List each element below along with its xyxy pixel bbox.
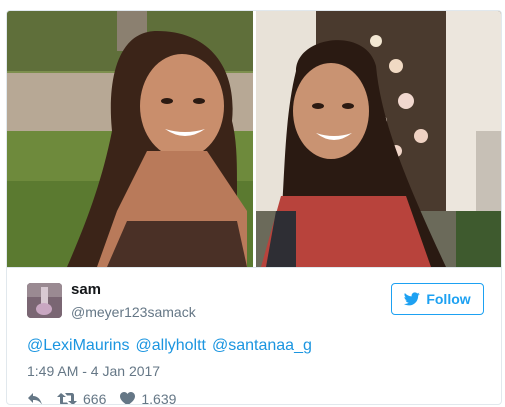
author-handle[interactable]: @meyer123samack: [71, 304, 196, 320]
tweet-card: sam @meyer123samack Follow @LexiMaurins @…: [6, 10, 502, 405]
reply-icon: [28, 393, 42, 404]
tweet-media[interactable]: [7, 11, 501, 267]
avatar[interactable]: [27, 283, 62, 318]
mention-link[interactable]: @santanaa_g: [212, 337, 312, 354]
like-action[interactable]: 1,639: [120, 391, 177, 405]
tweet-actions: 666 1,639: [27, 389, 190, 405]
reply-action[interactable]: [27, 392, 43, 404]
tweet-timestamp[interactable]: 1:49 AM - 4 Jan 2017: [27, 363, 160, 379]
photo-right[interactable]: [256, 11, 501, 267]
media-divider: [7, 267, 501, 268]
twitter-bird-icon: [404, 292, 421, 306]
tweet-text: @LexiMaurins @allyholtt @santanaa_g: [27, 337, 318, 355]
like-count: 1,639: [141, 391, 177, 405]
retweet-action[interactable]: 666: [57, 391, 107, 405]
follow-label: Follow: [426, 291, 471, 307]
photo-left[interactable]: [7, 11, 253, 267]
author-name[interactable]: sam: [71, 281, 101, 298]
retweet-icon: [57, 393, 77, 404]
mention-link[interactable]: @allyholtt: [136, 337, 207, 354]
follow-button[interactable]: Follow: [391, 283, 484, 315]
heart-icon: [120, 392, 136, 404]
retweet-count: 666: [83, 391, 107, 405]
mention-link[interactable]: @LexiMaurins: [27, 337, 130, 354]
